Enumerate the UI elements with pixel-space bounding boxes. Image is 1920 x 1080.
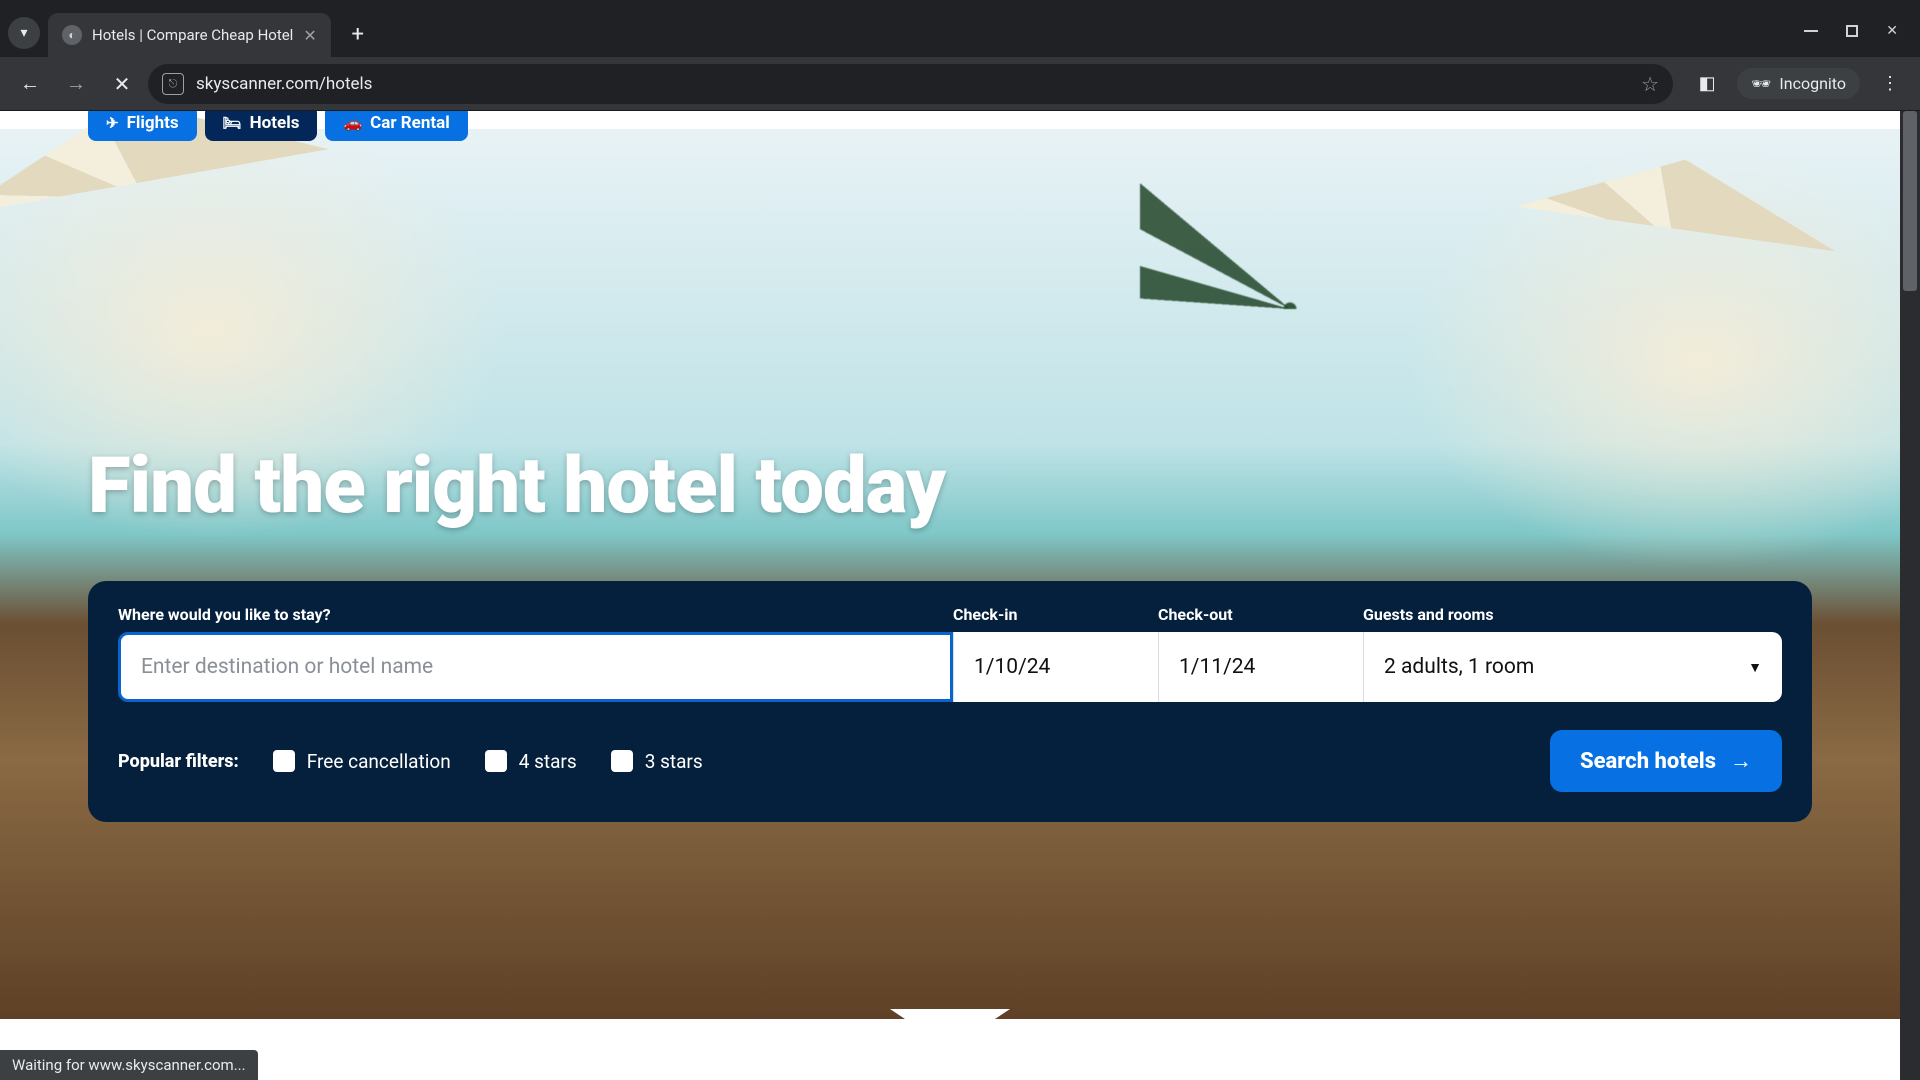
chevron-down-icon: ▾ <box>20 25 27 41</box>
url-text: skyscanner.com/hotels <box>196 74 372 94</box>
filter-free-cancellation[interactable]: Free cancellation <box>273 750 451 773</box>
status-text: Waiting for www.skyscanner.com... <box>12 1056 246 1074</box>
checkbox-icon <box>273 750 295 772</box>
filter-3-stars[interactable]: 3 stars <box>611 750 703 773</box>
nav-back-button[interactable]: ← <box>10 64 50 104</box>
checkout-value: 1/11/24 <box>1179 655 1255 679</box>
browser-tab[interactable]: ◐ Hotels | Compare Cheap Hotel ✕ <box>48 13 331 57</box>
search-button-label: Search hotels <box>1580 749 1716 774</box>
plane-icon: ✈ <box>106 114 119 132</box>
popular-filters-label: Popular filters: <box>118 751 239 772</box>
tab-car-rental[interactable]: 🚗 Car Rental <box>325 111 467 141</box>
filter-4-stars[interactable]: 4 stars <box>485 750 577 773</box>
bookmark-star-icon[interactable]: ☆ <box>1641 72 1659 96</box>
arrow-right-icon: → <box>1730 748 1752 774</box>
category-tabs: ✈ Flights 🛏 Hotels 🚗 Car Rental <box>88 111 468 141</box>
checkin-value: 1/10/24 <box>974 655 1050 679</box>
destination-label: Where would you like to stay? <box>118 605 953 624</box>
hotel-search-card: Where would you like to stay? Check-in 1… <box>88 581 1812 822</box>
page-viewport: ✈ Flights 🛏 Hotels 🚗 Car Rental Find the… <box>0 111 1920 1080</box>
filter-free-cancellation-label: Free cancellation <box>307 750 451 773</box>
page-content: ✈ Flights 🛏 Hotels 🚗 Car Rental Find the… <box>0 111 1900 1080</box>
checkout-label: Check-out <box>1158 605 1363 624</box>
checkbox-icon <box>485 750 507 772</box>
incognito-indicator[interactable]: 🕶 Incognito <box>1737 68 1860 99</box>
checkbox-icon <box>611 750 633 772</box>
tab-close-button[interactable]: ✕ <box>303 26 316 45</box>
guests-value: 2 adults, 1 room <box>1384 655 1534 679</box>
hero-decor-umbrella <box>1495 137 1846 401</box>
destination-field[interactable] <box>118 632 953 702</box>
window-minimize-button[interactable] <box>1804 30 1818 32</box>
guests-field[interactable]: 2 adults, 1 room ▼ <box>1363 632 1782 702</box>
tab-hotels-label: Hotels <box>250 113 300 133</box>
browser-toolbar: ← → ✕ ⎋ skyscanner.com/hotels ☆ ◧ 🕶 Inco… <box>0 57 1920 111</box>
tab-flights-label: Flights <box>127 113 179 133</box>
site-info-icon[interactable]: ⎋ <box>162 73 184 95</box>
new-tab-button[interactable]: + <box>341 17 375 51</box>
destination-input[interactable] <box>141 655 930 679</box>
page-headline: Find the right hotel today <box>88 441 945 532</box>
window-close-button[interactable]: ✕ <box>1886 23 1898 39</box>
guests-label: Guests and rooms <box>1363 605 1782 624</box>
browser-status-bar: Waiting for www.skyscanner.com... <box>0 1050 258 1080</box>
window-maximize-button[interactable] <box>1846 25 1858 37</box>
tab-flights[interactable]: ✈ Flights <box>88 111 197 141</box>
window-controls: ✕ <box>1804 23 1920 57</box>
vertical-scrollbar[interactable] <box>1900 111 1920 1080</box>
nav-stop-button[interactable]: ✕ <box>102 64 142 104</box>
filter-3-stars-label: 3 stars <box>645 750 703 773</box>
filter-4-stars-label: 4 stars <box>519 750 577 773</box>
tab-title: Hotels | Compare Cheap Hotel <box>92 26 293 44</box>
incognito-icon: 🕶 <box>1751 74 1771 93</box>
tab-hotels[interactable]: 🛏 Hotels <box>205 111 318 141</box>
hero-decor-palm <box>1140 149 1440 309</box>
checkin-field[interactable]: 1/10/24 <box>953 632 1158 702</box>
hero-background <box>0 129 1900 1029</box>
nav-forward-button[interactable]: → <box>56 64 96 104</box>
incognito-label: Incognito <box>1779 74 1846 93</box>
tab-car-label: Car Rental <box>370 113 450 133</box>
checkout-field[interactable]: 1/11/24 <box>1158 632 1363 702</box>
address-bar[interactable]: ⎋ skyscanner.com/hotels ☆ <box>148 64 1673 104</box>
bed-icon: 🛏 <box>223 114 242 132</box>
browser-menu-button[interactable]: ⋮ <box>1870 64 1910 104</box>
side-panel-button[interactable]: ◧ <box>1687 64 1727 104</box>
browser-titlebar: ▾ ◐ Hotels | Compare Cheap Hotel ✕ + ✕ <box>0 0 1920 57</box>
tab-search-button[interactable]: ▾ <box>8 17 40 49</box>
search-hotels-button[interactable]: Search hotels → <box>1550 730 1782 792</box>
car-icon: 🚗 <box>343 114 362 132</box>
scrollbar-thumb[interactable] <box>1903 111 1917 291</box>
checkin-label: Check-in <box>953 605 1158 624</box>
hero-decor-umbrella <box>0 111 360 390</box>
chevron-down-icon: ▼ <box>1748 659 1762 676</box>
site-favicon-icon: ◐ <box>62 25 82 45</box>
